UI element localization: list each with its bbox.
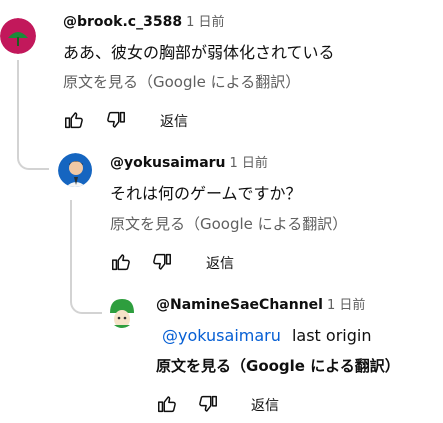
reply-button[interactable]: 返信 — [251, 395, 279, 415]
thread-line — [70, 200, 102, 314]
thumb-up-icon — [158, 396, 176, 413]
thumb-up-icon — [65, 112, 83, 129]
avatar[interactable] — [104, 295, 138, 329]
comment-actions: 返信 — [63, 109, 263, 133]
comment-actions: 返信 — [110, 251, 310, 275]
like-button[interactable] — [110, 251, 134, 275]
see-original-link[interactable]: 原文を見る（Google による翻訳） — [110, 214, 347, 234]
thumb-down-icon — [107, 111, 125, 128]
mention-link[interactable]: @yokusaimaru — [162, 326, 281, 345]
comment-text: それは何のゲームですか？ — [110, 184, 302, 203]
avatar-image — [104, 295, 138, 329]
dislike-button[interactable] — [105, 109, 129, 133]
thread-line — [17, 60, 49, 170]
avatar[interactable] — [0, 18, 36, 54]
avatar-image — [0, 18, 36, 54]
avatar[interactable] — [58, 153, 92, 187]
avatar-image — [58, 153, 92, 187]
author-handle[interactable]: @yokusaimaru — [110, 155, 226, 171]
thumb-up-icon — [112, 254, 130, 271]
timestamp[interactable]: 1 日前 — [327, 298, 365, 313]
reply-button[interactable]: 返信 — [160, 111, 188, 131]
comment-body: last origin — [291, 326, 372, 345]
thumb-down-icon — [153, 253, 171, 270]
comment-header: @yokusaimaru 1 日前 — [110, 154, 268, 173]
see-original-link[interactable]: 原文を見る（Google による翻訳） — [63, 72, 300, 92]
author-handle[interactable]: @brook.c_3588 — [63, 14, 182, 30]
dislike-button[interactable] — [151, 251, 175, 275]
comment-header: @brook.c_3588 1 日前 — [63, 13, 224, 32]
comment-text: ああ、彼女の胸部が弱体化されている — [63, 43, 335, 62]
author-handle[interactable]: @NamineSaeChannel — [156, 297, 323, 313]
like-button[interactable] — [63, 109, 87, 133]
timestamp[interactable]: 1 日前 — [186, 15, 224, 30]
comment-actions: 返信 — [156, 393, 356, 417]
timestamp[interactable]: 1 日前 — [230, 156, 268, 171]
dislike-button[interactable] — [197, 393, 221, 417]
like-button[interactable] — [156, 393, 180, 417]
comment-header: @NamineSaeChannel 1 日前 — [156, 296, 365, 315]
comment-text: @yokusaimaru last origin — [162, 325, 371, 347]
reply-button[interactable]: 返信 — [206, 253, 234, 273]
see-original-link[interactable]: 原文を見る（Google による翻訳） — [156, 356, 400, 376]
thumb-down-icon — [199, 395, 217, 412]
